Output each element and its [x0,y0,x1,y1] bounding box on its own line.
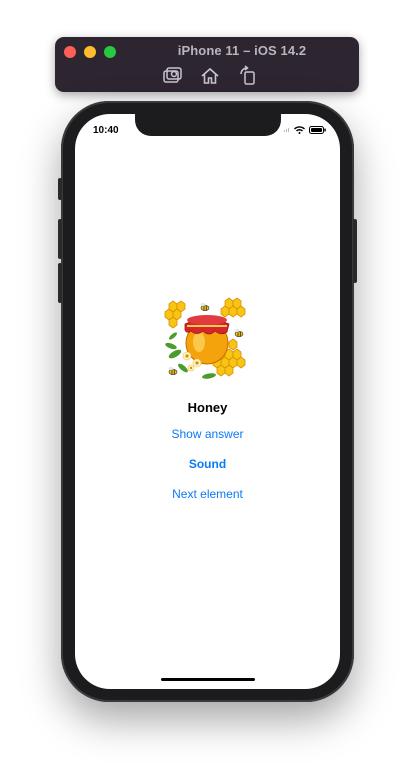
wifi-icon [294,126,305,134]
volume-down-button [58,263,62,303]
iphone-device-frame: 10:40 Honey Show answer Sound Next eleme… [58,101,357,702]
minimize-window-button[interactable] [84,46,96,58]
home-indicator[interactable] [161,678,255,681]
flashcard: Honey Show answer Sound Next element [75,296,340,501]
simulator-title-bar: iPhone 11 – iOS 14.2 [55,37,359,92]
honey-jar-illustration [164,297,245,379]
notch [135,114,281,136]
mute-switch [58,178,62,200]
power-button [353,219,357,283]
battery-icon [309,126,326,134]
next-element-button[interactable]: Next element [75,487,340,501]
window-title: iPhone 11 – iOS 14.2 [177,43,307,58]
status-icons [284,125,326,135]
show-answer-button[interactable]: Show answer [75,427,340,441]
zoom-window-button[interactable] [104,46,116,58]
simulator-toolbar [161,65,261,87]
close-window-button[interactable] [64,46,76,58]
home-icon[interactable] [199,65,221,87]
volume-up-button [58,219,62,259]
device-screen: 10:40 Honey Show answer Sound Next eleme… [75,114,340,689]
screenshot-icon[interactable] [161,65,183,87]
rotate-icon[interactable] [237,65,259,87]
card-word: Honey [187,400,228,415]
sound-button[interactable]: Sound [75,457,340,471]
signal-icon [284,128,289,132]
status-time: 10:40 [93,125,119,136]
